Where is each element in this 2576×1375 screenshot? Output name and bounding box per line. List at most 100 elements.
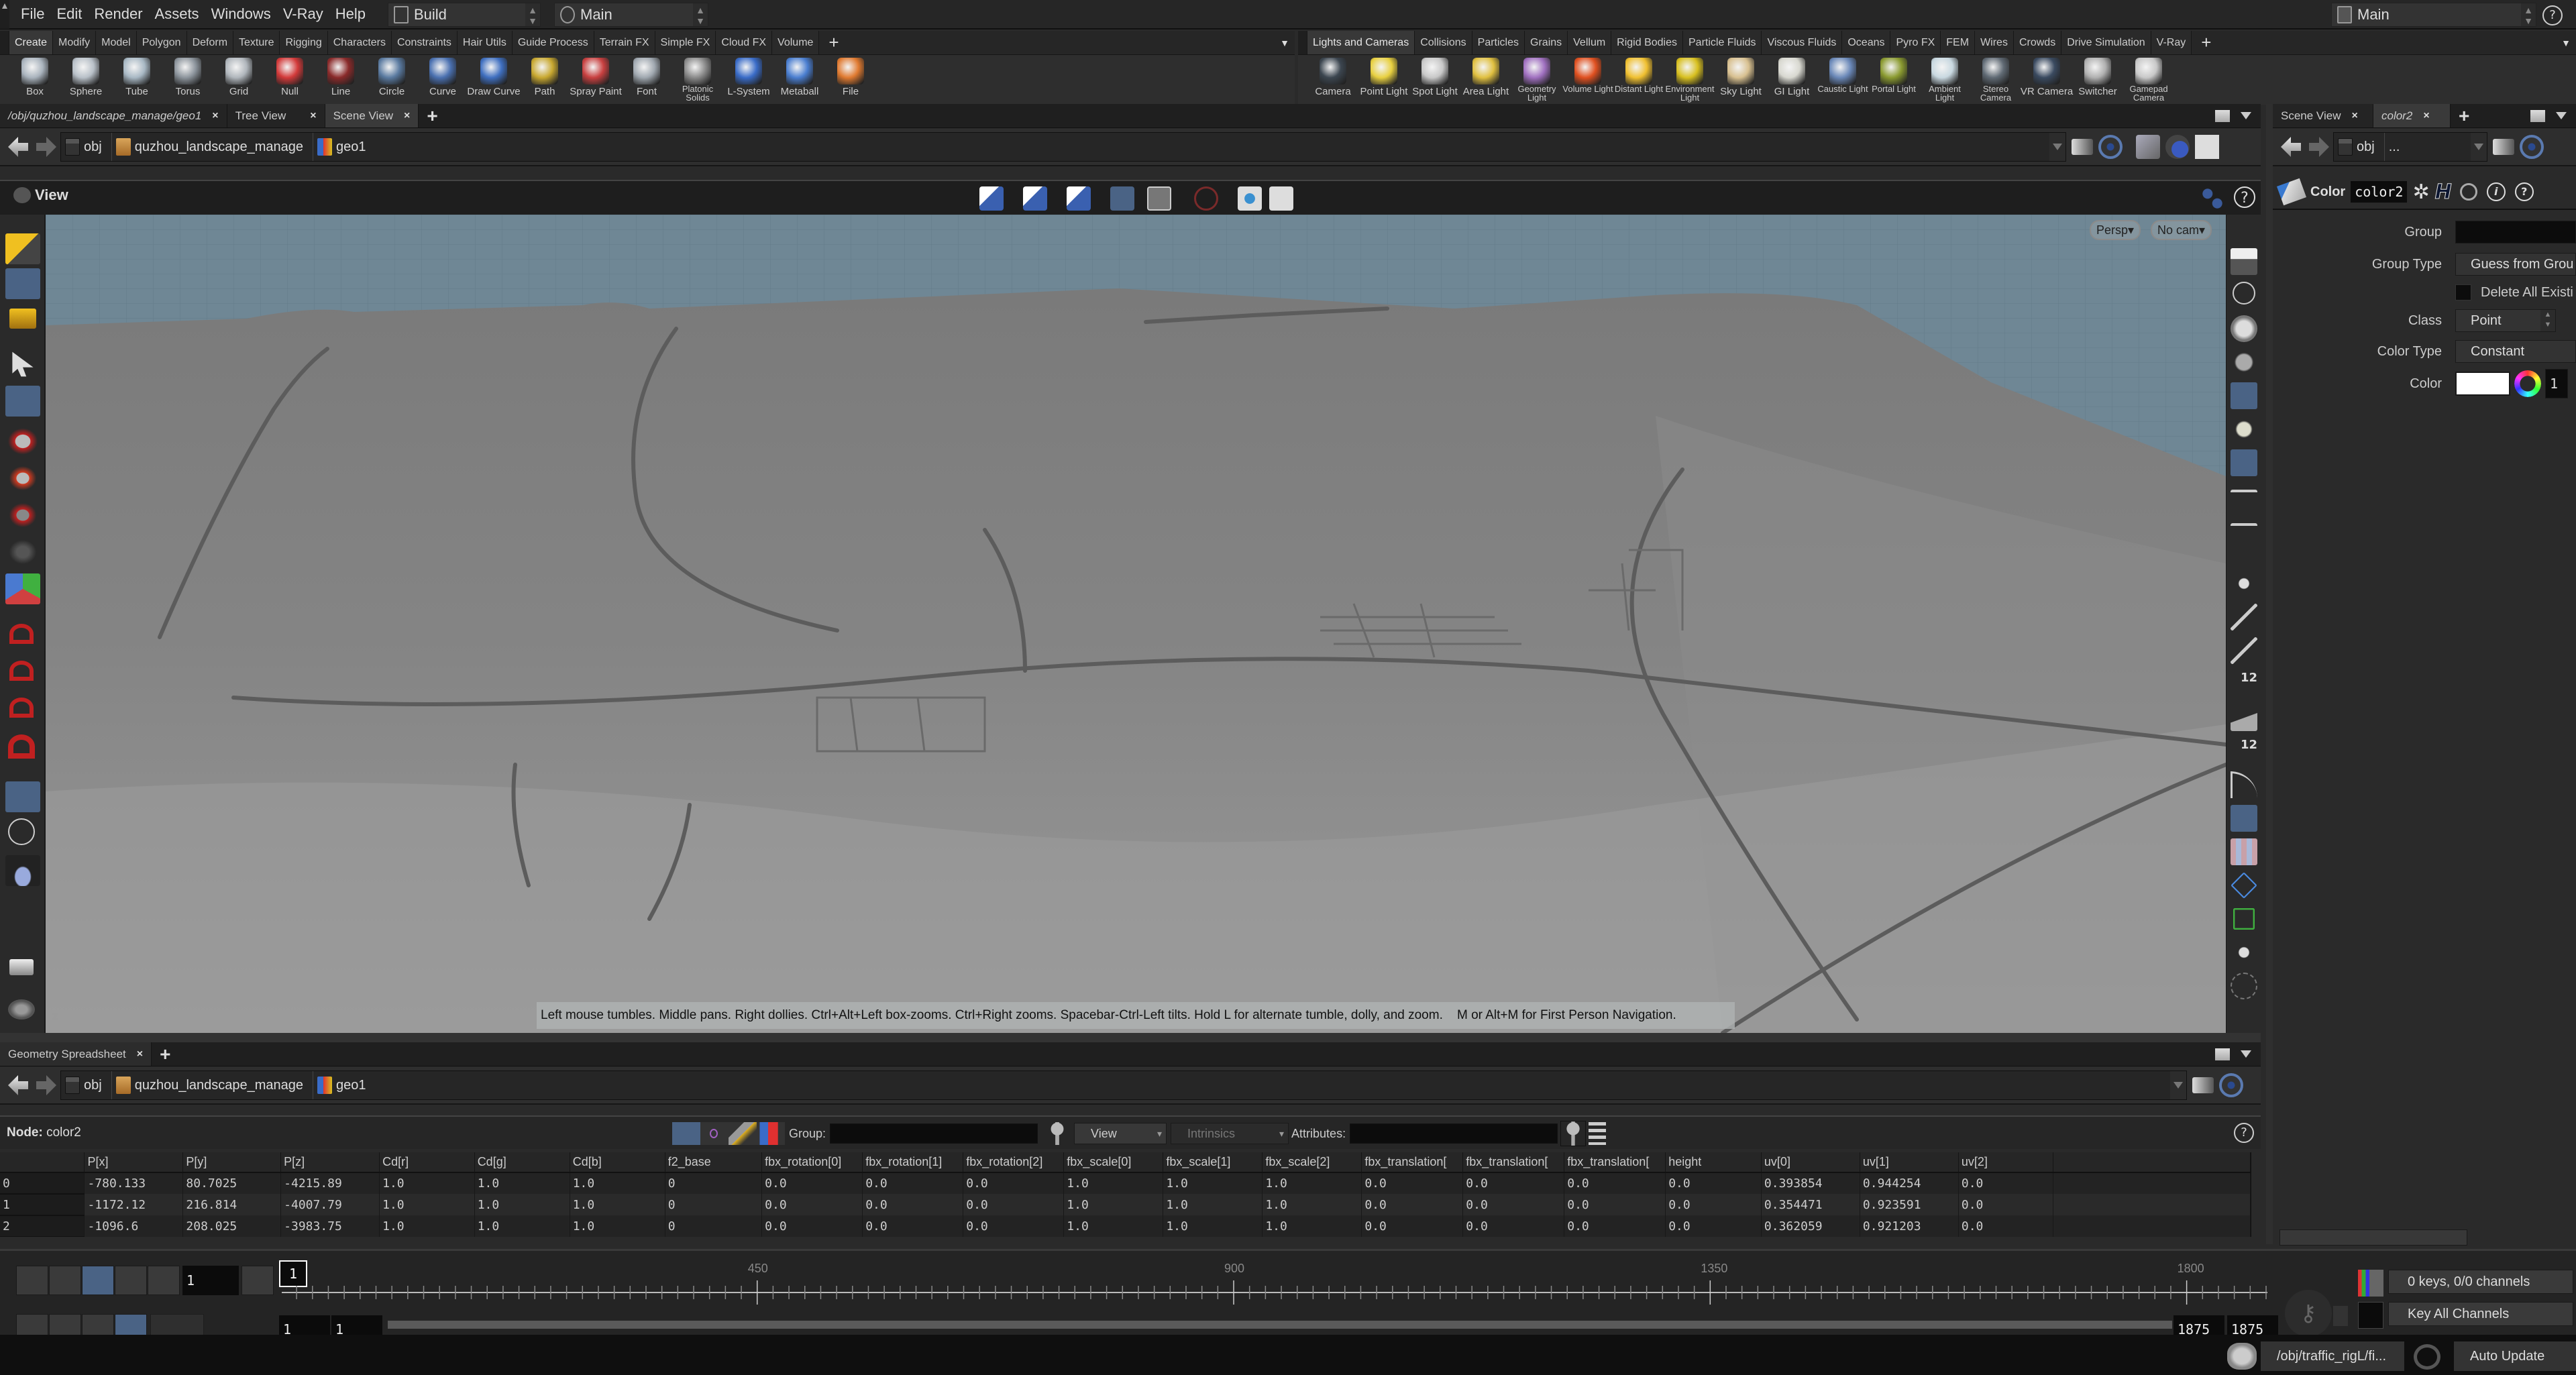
playback-range-slider[interactable] [388,1321,2172,1329]
column-options-icon[interactable] [1589,1122,1607,1145]
snap-point-icon[interactable] [9,698,34,718]
geometry-select-icon[interactable] [5,268,40,299]
tab-scene-view[interactable]: Scene View × [2273,104,2373,127]
menu-windows[interactable]: Windows [205,5,277,23]
row-index[interactable]: 0 [0,1172,85,1195]
tab-color2[interactable]: color2 × [2373,104,2451,127]
primitives-class-icon[interactable] [729,1122,757,1145]
info-icon[interactable]: i [2486,182,2506,201]
shelf-tool-curve[interactable]: Curve [417,55,468,105]
pin-icon[interactable] [2072,139,2093,155]
breadcrumb-ellipsis[interactable]: ... [2385,133,2410,161]
close-icon[interactable]: × [404,110,410,122]
add-shelf-button[interactable]: + [819,31,848,54]
refresh-icon[interactable] [2414,1344,2440,1370]
link-icon[interactable] [2219,1073,2243,1097]
forward-arrow-icon[interactable] [2309,137,2329,157]
shelf-menu-icon[interactable]: ▼ [1275,31,1295,54]
scale-tool-icon[interactable] [5,500,40,531]
close-icon[interactable]: × [2423,110,2429,122]
light-off-icon[interactable] [2233,282,2255,305]
shelf-tab-simple-fx[interactable]: Simple FX [655,31,716,54]
render-region-icon[interactable] [8,818,35,845]
forward-arrow-icon[interactable] [36,1075,56,1095]
pane-menu-icon[interactable] [2241,1050,2251,1058]
shelf-tool-metaball[interactable]: Metaball [774,55,825,105]
link-icon[interactable] [2098,135,2123,159]
background-icon[interactable] [2195,135,2219,159]
points-class-icon[interactable] [672,1122,700,1145]
column-header[interactable]: Cd[r] [379,1152,475,1173]
spreadsheet-scrollbar[interactable] [2251,1152,2261,1237]
shelf-tool-gamepad-camera[interactable]: Gamepad Camera [2123,55,2174,105]
shelf-tool-platonic-solids[interactable]: Platonic Solids [672,55,723,105]
hq-lighting-icon[interactable] [2231,416,2257,443]
column-header[interactable]: f2_base [665,1152,763,1173]
breadcrumb-geo[interactable]: geo1 [313,1071,376,1099]
display-presets-icon[interactable] [2200,186,2224,211]
shelf-tab-pyro-fx[interactable]: Pyro FX [1890,31,1941,54]
breadcrumb-subnet[interactable]: quzhou_landscape_manage [112,133,314,161]
column-header[interactable]: Cd[b] [570,1152,665,1173]
tab-geometry-spreadsheet[interactable]: Geometry Spreadsheet × [0,1042,152,1066]
prim-normal-icon[interactable] [2231,704,2257,731]
stereo-icon[interactable] [2231,490,2257,503]
pane-splitter[interactable] [0,1033,2261,1042]
shelf-tool-circle[interactable]: Circle [366,55,417,105]
breadcrumb-obj[interactable]: obj [2334,133,2385,161]
shelf-tab-cloud-fx[interactable]: Cloud FX [716,31,773,54]
curve-editor-icon[interactable] [2358,1302,2383,1329]
shelf-tool-spray-paint[interactable]: Spray Paint [570,55,622,105]
maximize-pane-icon[interactable] [2530,109,2545,122]
lock-select-icon[interactable] [5,386,40,417]
intrinsics-dropdown[interactable]: Intrinsics [1171,1123,1289,1144]
shelf-tab-lights-and-cameras[interactable]: Lights and Cameras [1307,31,1415,54]
close-icon[interactable]: × [212,110,218,122]
scene-viewport[interactable]: z [46,215,2226,1033]
add-tab-button[interactable]: + [419,104,445,127]
view-dropdown[interactable]: View [1074,1123,1167,1144]
guides-icon[interactable] [2231,973,2257,999]
display-options-icon[interactable] [2136,135,2160,159]
shelf-tab-rigging[interactable]: Rigging [280,31,328,54]
vector-icon[interactable] [2231,939,2257,966]
shelf-tool-sphere[interactable]: Sphere [60,55,111,105]
node-name-field[interactable]: color2 [2351,181,2408,203]
shelf-tab-polygon[interactable]: Polygon [136,31,187,54]
update-mode-dropdown[interactable]: Auto Update [2454,1341,2576,1371]
breadcrumb-obj[interactable]: obj [61,133,112,161]
shelf-tab-guide-process[interactable]: Guide Process [512,31,594,54]
shelf-tool-gi-light[interactable]: GI Light [1766,55,1817,105]
shelf-tool-camera[interactable]: Camera [1307,55,1358,105]
backface-icon[interactable] [2231,805,2257,832]
shelf-tab-terrain-fx[interactable]: Terrain FX [594,31,655,54]
render-region-icon[interactable] [1269,186,1293,211]
column-header[interactable]: P[x] [84,1152,184,1173]
index-header[interactable] [0,1152,85,1173]
shelf-tab-drive-simulation[interactable]: Drive Simulation [2061,31,2151,54]
shelf-tab-rigid-bodies[interactable]: Rigid Bodies [1611,31,1683,54]
shelf-tool-line[interactable]: Line [315,55,366,105]
shelf-tab-vellum[interactable]: Vellum [1568,31,1612,54]
column-header[interactable]: fbx_scale[0] [1063,1152,1164,1173]
persp-menu[interactable]: Persp ▾ [2090,220,2141,240]
breadcrumb-geo[interactable]: geo1 [313,133,376,161]
row-index[interactable]: 2 [0,1215,85,1237]
point-number-icon[interactable]: 12 [2231,671,2257,698]
shelf-tab-grains[interactable]: Grains [1525,31,1568,54]
tab-network-path[interactable]: /obj/quzhou_landscape_manage/geo1 × [0,104,227,127]
shelf-tool-switcher[interactable]: Switcher [2072,55,2123,105]
shelf-tool-portal-light[interactable]: Portal Light [1868,55,1919,105]
snap-grid-icon[interactable] [9,624,34,644]
back-arrow-icon[interactable] [8,137,28,157]
row-index[interactable]: 1 [0,1194,85,1216]
path-dropdown[interactable] [2170,1071,2186,1099]
key-mode-dropdown[interactable]: Key All Channels [2388,1302,2573,1326]
shelf-tab-create[interactable]: Create [9,31,54,54]
forward-arrow-icon[interactable] [36,137,56,157]
delete-existing-checkbox[interactable] [2455,284,2471,300]
menu-edit[interactable]: Edit [50,5,88,23]
maximize-pane-icon[interactable] [2215,1048,2230,1060]
shelf-tab-model[interactable]: Model [96,31,137,54]
timeline-ruler[interactable] [282,1280,2267,1307]
